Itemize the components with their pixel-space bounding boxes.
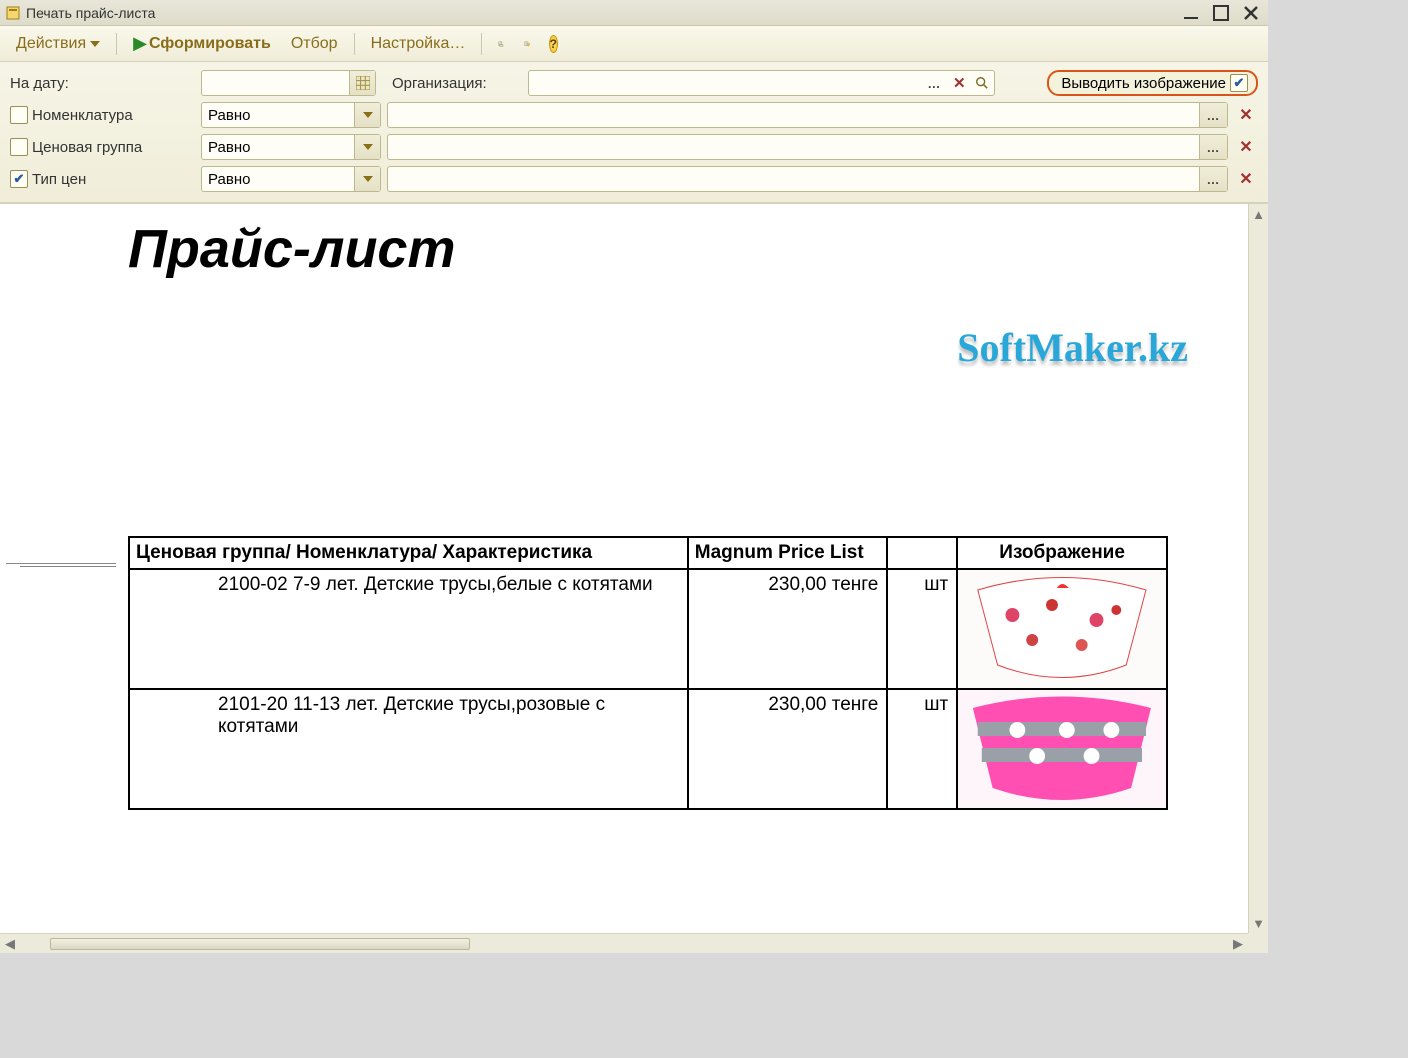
toolbar-form-label: Сформировать (149, 35, 271, 53)
pricetype-select-button[interactable]: … (1199, 167, 1227, 191)
cell-image (957, 569, 1167, 689)
show-image-toggle[interactable]: Выводить изображение (1047, 70, 1258, 96)
help-icon: ? (549, 35, 558, 53)
pricegroup-value-input[interactable]: … (387, 134, 1228, 160)
cell-price: 230,00 тенге (688, 569, 888, 689)
window-minimize-button[interactable] (1180, 2, 1202, 24)
cell-unit: шт (887, 569, 957, 689)
nomen-clear-button[interactable]: ✕ (1234, 102, 1258, 128)
date-label: На дату: (10, 75, 195, 92)
chevron-down-icon[interactable] (354, 135, 380, 159)
th-image: Изображение (957, 537, 1167, 569)
product-image (958, 690, 1166, 808)
report-viewport[interactable]: Прайс-лист SoftMaker.kz Ценовая группа/ … (0, 204, 1248, 933)
play-icon: ▶ (133, 33, 147, 54)
pricegroup-op-combo[interactable]: Равно (201, 134, 381, 160)
scroll-up-button[interactable]: ▲ (1249, 204, 1268, 224)
toolbar-settings-button[interactable]: Настройка… (363, 31, 474, 57)
scrollbar-corner (1248, 933, 1268, 953)
cell-image (957, 689, 1167, 809)
org-select-button[interactable]: … (920, 71, 948, 95)
scroll-down-button[interactable]: ▼ (1249, 913, 1268, 933)
cell-unit: шт (887, 689, 957, 809)
pricegroup-label: Ценовая группа (32, 139, 142, 156)
table-row: 2100-02 7-9 лет. Детские трусы,белые с к… (129, 569, 1167, 689)
chevron-down-icon[interactable] (354, 103, 380, 127)
pricegroup-select-button[interactable]: … (1199, 135, 1227, 159)
chevron-down-icon (90, 41, 100, 47)
pricegroup-op-value: Равно (208, 139, 250, 156)
horizontal-scrollbar[interactable]: ◀ ▶ (0, 933, 1248, 953)
pricetype-op-value: Равно (208, 171, 250, 188)
report-gutter (0, 204, 120, 933)
org-label: Организация: (392, 75, 522, 92)
watermark: SoftMaker.kz (957, 324, 1188, 371)
th-price: Magnum Price List (688, 537, 888, 569)
pricetype-label: Тип цен (32, 171, 86, 188)
show-image-checkbox[interactable] (1230, 74, 1248, 92)
filter-panel: На дату: Организация: … ✕ Выводить изобр… (0, 62, 1268, 203)
filter-row-pricetype: Тип цен (10, 170, 195, 188)
pricetype-op-combo[interactable]: Равно (201, 166, 381, 192)
cell-name: 2100-02 7-9 лет. Детские трусы,белые с к… (129, 569, 688, 689)
date-picker-button[interactable] (349, 71, 375, 95)
window-close-button[interactable] (1240, 2, 1262, 24)
report-content: Прайс-лист SoftMaker.kz Ценовая группа/ … (120, 204, 1248, 933)
window-app-icon (6, 6, 20, 20)
pricetype-checkbox[interactable] (10, 170, 28, 188)
toolbar-filter-label: Отбор (291, 35, 338, 53)
nomen-checkbox[interactable] (10, 106, 28, 124)
toolbar-help-button[interactable]: ? (542, 33, 564, 55)
window-maximize-button[interactable] (1210, 2, 1232, 24)
toolbar-icon-1[interactable] (490, 33, 512, 55)
filter-row-nomen: Номенклатура (10, 106, 195, 124)
pricegroup-checkbox[interactable] (10, 138, 28, 156)
toolbar-filter-button[interactable]: Отбор (283, 31, 346, 57)
toolbar: Действия ▶ Сформировать Отбор Настройка…… (0, 26, 1268, 62)
toolbar-icon-2[interactable] (516, 33, 538, 55)
nomen-op-value: Равно (208, 107, 250, 124)
show-image-label: Выводить изображение (1061, 75, 1226, 92)
product-image (958, 570, 1166, 688)
vertical-scrollbar[interactable]: ▲ ▼ (1248, 204, 1268, 933)
th-unit (887, 537, 957, 569)
toolbar-actions-label: Действия (16, 35, 86, 53)
toolbar-form-button[interactable]: ▶ Сформировать (125, 29, 279, 58)
toolbar-actions-menu[interactable]: Действия (8, 31, 108, 57)
th-name: Ценовая группа/ Номенклатура/ Характерис… (129, 537, 688, 569)
price-table: Ценовая группа/ Номенклатура/ Характерис… (128, 536, 1168, 810)
table-header-row: Ценовая группа/ Номенклатура/ Характерис… (129, 537, 1167, 569)
org-input[interactable]: … ✕ (528, 70, 995, 96)
report-title: Прайс-лист (120, 204, 1248, 280)
chevron-down-icon[interactable] (354, 167, 380, 191)
nomen-select-button[interactable]: … (1199, 103, 1227, 127)
pricegroup-clear-button[interactable]: ✕ (1234, 134, 1258, 160)
cell-price: 230,00 тенге (688, 689, 888, 809)
org-search-button[interactable] (970, 71, 994, 95)
org-clear-button[interactable]: ✕ (948, 71, 970, 95)
titlebar: Печать прайс-листа (0, 0, 1268, 26)
toolbar-separator (354, 33, 355, 55)
nomen-label: Номенклатура (32, 107, 133, 124)
pricetype-value-input[interactable]: … (387, 166, 1228, 192)
scrollbar-thumb[interactable] (50, 938, 470, 950)
cell-name: 2101-20 11-13 лет. Детские трусы,розовые… (129, 689, 688, 809)
report-area: Прайс-лист SoftMaker.kz Ценовая группа/ … (0, 203, 1268, 953)
pricetype-clear-button[interactable]: ✕ (1234, 166, 1258, 192)
toolbar-separator (481, 33, 482, 55)
date-input[interactable] (201, 70, 376, 96)
nomen-op-combo[interactable]: Равно (201, 102, 381, 128)
nomen-value-input[interactable]: … (387, 102, 1228, 128)
toolbar-separator (116, 33, 117, 55)
scroll-left-button[interactable]: ◀ (0, 936, 20, 952)
window-title: Печать прайс-листа (26, 5, 1180, 21)
toolbar-settings-label: Настройка… (371, 35, 466, 53)
filter-row-pricegroup: Ценовая группа (10, 138, 195, 156)
table-row: 2101-20 11-13 лет. Детские трусы,розовые… (129, 689, 1167, 809)
scroll-right-button[interactable]: ▶ (1228, 936, 1248, 952)
